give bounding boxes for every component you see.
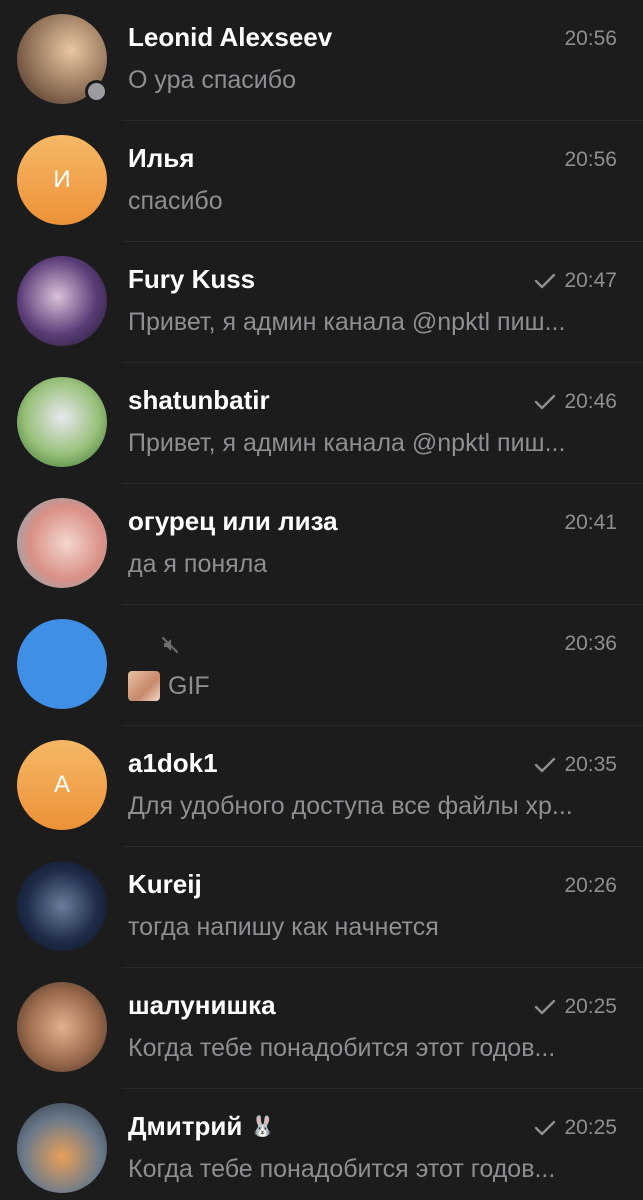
chat-row[interactable]: И Илья 20:56 спасибо [0,121,643,242]
chat-preview: спасибо [128,187,223,215]
chat-name: a1dok1 [128,748,218,778]
avatar [17,619,107,709]
muted-icon [160,635,180,660]
chat-preview: Привет, я админ канала @npktl пиш... [128,308,566,336]
sticker-emoji-icon: 🐰 [250,1116,276,1138]
chat-name: Leonid Alexseev [128,22,333,52]
chat-time-text: 20:35 [564,753,617,776]
avatar: И [17,135,107,225]
chat-time: 20:25 [534,1116,617,1140]
chat-list: Leonid Alexseev 20:56 О ура спасибо И Ил… [0,0,643,1200]
chat-time: 20:41 [564,511,617,534]
chat-name: Илья [128,143,195,173]
chat-name: Kureij [128,869,202,899]
chat-row[interactable]: огурец или лиза 20:41 да я поняла [0,484,643,605]
avatar [17,982,107,1072]
chat-preview: да я поняла [128,550,268,578]
read-check-icon [534,394,556,410]
chat-time: 20:36 [564,632,617,655]
chat-preview: GIF [128,671,608,701]
chat-name-text: Дмитрий [128,1111,243,1141]
chat-time: 20:25 [534,995,617,1019]
chat-preview: Для удобного доступа все файлы хр... [128,792,573,820]
chat-time-text: 20:47 [564,269,617,292]
chat-preview: Привет, я админ канала @npktl пиш... [128,429,566,457]
chat-row[interactable]: 20:36 GIF [0,605,643,726]
chat-preview: тогда напишу как начнется [128,913,439,941]
online-status-dot [85,80,108,103]
chat-name: shatunbatir [128,385,270,415]
chat-preview-text: GIF [168,671,210,700]
chat-row[interactable]: Дмитрий 🐰 20:25 Когда тебе понадобится э… [0,1089,643,1200]
chat-row[interactable]: Kureij 20:26 тогда напишу как начнется [0,847,643,968]
chat-preview: Когда тебе понадобится этот годов... [128,1155,556,1183]
read-check-icon [534,1120,556,1136]
avatar-letter: И [53,166,71,193]
gif-thumbnail [128,671,160,701]
avatar [17,256,107,346]
chat-time: 20:47 [534,269,617,293]
avatar [17,377,107,467]
chat-time: 20:56 [564,27,617,50]
chat-preview: Когда тебе понадобится этот годов... [128,1034,556,1062]
chat-name: Fury Kuss [128,264,256,294]
chat-time-text: 20:25 [564,995,617,1018]
read-check-icon [534,273,556,289]
chat-row[interactable]: шалунишка 20:25 Когда тебе понадобится э… [0,968,643,1089]
chat-time: 20:56 [564,148,617,171]
chat-name: огурец или лиза [128,506,338,536]
chat-time-text: 20:25 [564,1116,617,1139]
chat-row[interactable]: A a1dok1 20:35 Для удобного доступа все … [0,726,643,847]
chat-preview: О ура спасибо [128,66,296,94]
avatar [17,861,107,951]
read-check-icon [534,999,556,1015]
chat-name: Дмитрий 🐰 [128,1111,275,1142]
chat-name: шалунишка [128,990,276,1020]
chat-time: 20:46 [534,390,617,414]
read-check-icon [534,757,556,773]
chat-time: 20:35 [534,753,617,777]
avatar: A [17,740,107,830]
chat-time: 20:26 [564,874,617,897]
chat-row[interactable]: Fury Kuss 20:47 Привет, я админ канала @… [0,242,643,363]
avatar [17,498,107,588]
chat-time-text: 20:46 [564,390,617,413]
chat-row[interactable]: Leonid Alexseev 20:56 О ура спасибо [0,0,643,121]
avatar-letter: A [53,771,70,798]
chat-row[interactable]: shatunbatir 20:46 Привет, я админ канала… [0,363,643,484]
avatar [17,1103,107,1193]
